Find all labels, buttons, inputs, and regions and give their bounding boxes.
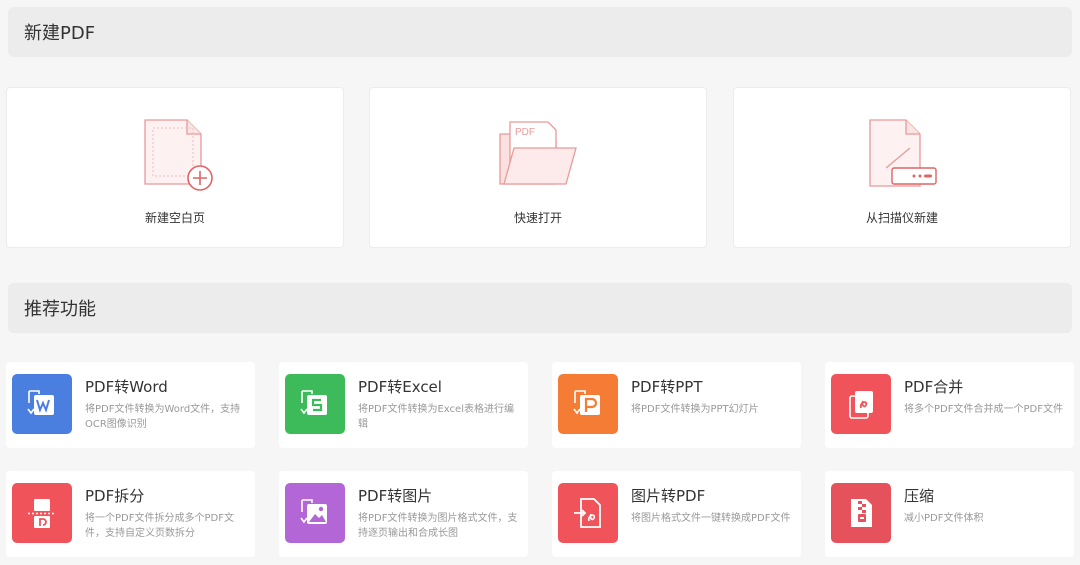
feature-title: 压缩 bbox=[904, 487, 935, 505]
card-label: 从扫描仪新建 bbox=[865, 211, 938, 225]
pdf-to-ppt-icon bbox=[558, 374, 618, 434]
new-pdf-section-header: 新建PDF bbox=[8, 7, 1072, 57]
pdf-merge-card[interactable]: PDF合并 将多个PDF文件合并成一个PDF文件 bbox=[825, 362, 1074, 448]
feature-title: PDF转图片 bbox=[358, 487, 433, 505]
section-title: 推荐功能 bbox=[24, 299, 96, 320]
feature-desc: 将图片格式文件一键转换成PDF文件 bbox=[631, 513, 791, 524]
pdf-to-excel-card[interactable]: PDF转Excel 将PDF文件转换为Excel表格进行编辑 bbox=[279, 362, 528, 448]
new-blank-page-card[interactable]: 新建空白页 bbox=[6, 87, 344, 248]
feature-title: 图片转PDF bbox=[631, 487, 706, 505]
pdf-to-word-icon bbox=[12, 374, 72, 434]
new-from-scanner-card[interactable]: 从扫描仪新建 bbox=[733, 87, 1071, 248]
section-title: 新建PDF bbox=[24, 23, 96, 44]
feature-title: PDF拆分 bbox=[85, 487, 145, 505]
feature-desc: 将PDF文件转换为PPT幻灯片 bbox=[631, 404, 759, 415]
pdf-to-word-card[interactable]: PDF转Word 将PDF文件转换为Word文件，支持OCR图像识别 bbox=[6, 362, 255, 448]
quick-open-card[interactable]: PDF 快速打开 bbox=[369, 87, 707, 248]
feature-title: PDF转Excel bbox=[358, 378, 442, 396]
compress-icon bbox=[831, 483, 891, 543]
feature-desc: 将PDF文件转换为图片格式文件，支持逐页输出和合成长图 bbox=[358, 513, 518, 539]
pdf-split-icon bbox=[12, 483, 72, 543]
open-folder-pdf-icon: PDF bbox=[499, 121, 577, 185]
recommend-section-header: 推荐功能 bbox=[8, 283, 1072, 333]
feature-desc: 将多个PDF文件合并成一个PDF文件 bbox=[904, 404, 1063, 415]
feature-title: PDF转Word bbox=[85, 378, 168, 396]
pdf-split-card[interactable]: PDF拆分 将一个PDF文件拆分成多个PDF文件，支持自定义页数拆分 bbox=[6, 471, 255, 557]
feature-desc: 将一个PDF文件拆分成多个PDF文件，支持自定义页数拆分 bbox=[85, 513, 234, 539]
pdf-to-excel-icon bbox=[285, 374, 345, 434]
pdf-to-image-icon bbox=[285, 483, 345, 543]
pdf-merge-icon bbox=[831, 374, 891, 434]
pdf-to-image-card[interactable]: PDF转图片 将PDF文件转换为图片格式文件，支持逐页输出和合成长图 bbox=[279, 471, 528, 557]
image-to-pdf-card[interactable]: 图片转PDF 将图片格式文件一键转换成PDF文件 bbox=[552, 471, 801, 557]
feature-desc: 减小PDF文件体积 bbox=[904, 513, 984, 524]
compress-card[interactable]: 压缩 减小PDF文件体积 bbox=[825, 471, 1074, 557]
scanner-page-icon bbox=[869, 119, 937, 187]
feature-desc: 将PDF文件转换为Word文件，支持OCR图像识别 bbox=[85, 404, 241, 430]
card-label: 快速打开 bbox=[513, 211, 562, 225]
pdf-to-ppt-card[interactable]: PDF转PPT 将PDF文件转换为PPT幻灯片 bbox=[552, 362, 801, 448]
svg-text:PDF: PDF bbox=[515, 127, 535, 138]
card-label: 新建空白页 bbox=[144, 211, 205, 225]
feature-desc: 将PDF文件转换为Excel表格进行编辑 bbox=[358, 404, 514, 430]
image-to-pdf-icon bbox=[558, 483, 618, 543]
feature-title: PDF合并 bbox=[904, 378, 964, 396]
blank-page-add-icon bbox=[144, 119, 213, 191]
feature-title: PDF转PPT bbox=[631, 378, 703, 396]
